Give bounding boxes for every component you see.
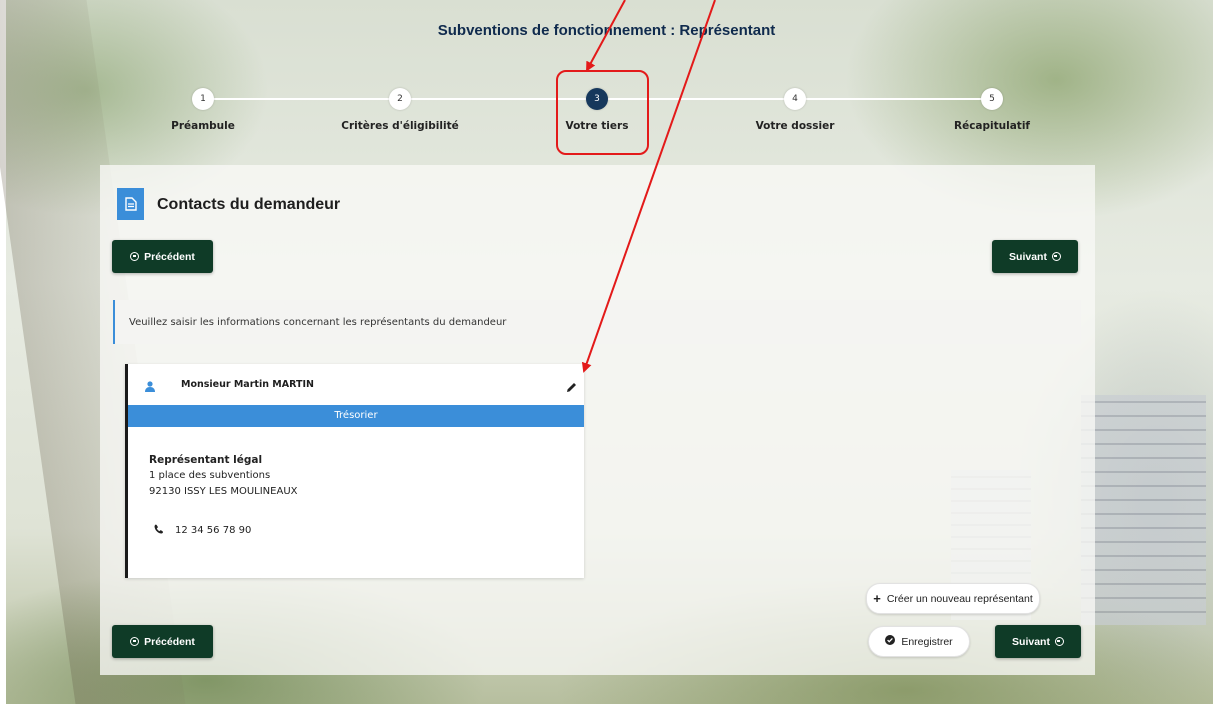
section-title: Contacts du demandeur	[157, 196, 341, 213]
next-label: Suivant	[1012, 635, 1050, 648]
contact-name: Monsieur Martin MARTIN	[181, 379, 314, 390]
contact-card: Monsieur Martin MARTIN Trésorier Représe…	[125, 364, 584, 578]
step-5[interactable]: 5 Récapitulatif	[932, 88, 1052, 132]
contact-phone-row: 12 34 56 78 90	[154, 524, 251, 537]
contact-address-line1: 1 place des subventions	[149, 470, 271, 481]
circle-arrow-right-icon	[1051, 252, 1061, 261]
step-4-label: Votre dossier	[755, 120, 835, 132]
document-icon	[117, 188, 144, 220]
step-5-number: 5	[981, 88, 1003, 110]
background-building	[1081, 395, 1206, 625]
info-text: Veuillez saisir les informations concern…	[129, 317, 507, 328]
previous-button-top[interactable]: Précédent	[112, 240, 213, 273]
step-1[interactable]: 1 Préambule	[143, 88, 263, 132]
contact-address-line2: 92130 ISSY LES MOULINEAUX	[149, 486, 298, 497]
previous-label: Précédent	[144, 635, 195, 648]
next-button-bottom[interactable]: Suivant	[995, 625, 1081, 658]
circle-arrow-right-icon	[1054, 637, 1064, 646]
check-circle-icon	[885, 635, 896, 648]
annotation-highlight-box	[556, 70, 649, 155]
pencil-icon[interactable]	[566, 378, 577, 397]
step-2-label: Critères d'éligibilité	[341, 120, 459, 132]
next-button-top[interactable]: Suivant	[992, 240, 1078, 273]
create-label: Créer un nouveau représentant	[886, 592, 1033, 605]
contact-phone: 12 34 56 78 90	[175, 525, 252, 536]
step-1-number: 1	[192, 88, 214, 110]
step-5-label: Récapitulatif	[954, 120, 1030, 132]
info-message: Veuillez saisir les informations concern…	[113, 300, 1081, 344]
contact-role: Trésorier	[128, 405, 584, 427]
user-icon	[145, 377, 155, 396]
previous-label: Précédent	[144, 250, 195, 263]
phone-icon	[154, 524, 163, 537]
save-label: Enregistrer	[901, 635, 953, 648]
save-button[interactable]: Enregistrer	[868, 626, 970, 657]
step-4-number: 4	[784, 88, 806, 110]
circle-arrow-left-icon	[130, 252, 140, 261]
circle-arrow-left-icon	[130, 637, 140, 646]
previous-button-bottom[interactable]: Précédent	[112, 625, 213, 658]
contact-card-header: Monsieur Martin MARTIN	[128, 364, 584, 405]
contact-details: Représentant légal 1 place des subventio…	[149, 452, 298, 500]
create-representative-button[interactable]: + Créer un nouveau représentant	[866, 583, 1040, 614]
step-1-label: Préambule	[171, 120, 235, 132]
step-2[interactable]: 2 Critères d'éligibilité	[340, 88, 460, 132]
step-2-number: 2	[389, 88, 411, 110]
step-4[interactable]: 4 Votre dossier	[735, 88, 855, 132]
contact-qualification: Représentant légal	[149, 454, 263, 466]
page-title: Subventions de fonctionnement : Représen…	[437, 22, 776, 39]
next-label: Suivant	[1009, 250, 1047, 263]
plus-icon: +	[873, 591, 881, 606]
